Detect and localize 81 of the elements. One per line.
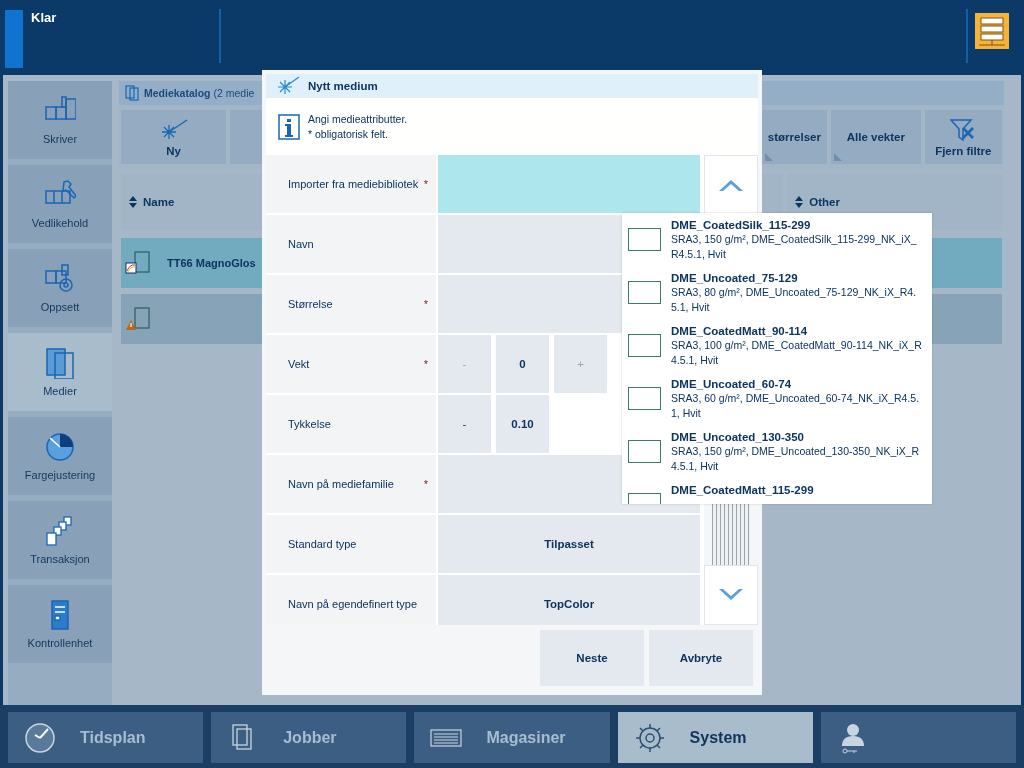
sidebar-item[interactable]: Kontrollenhet: [8, 585, 112, 663]
warning-media-icon: [125, 307, 151, 331]
checkbox[interactable]: [628, 281, 661, 304]
server-icon: [975, 13, 1009, 49]
media-name: TT66 MagnoGlos: [167, 257, 256, 269]
dropdown-item[interactable]: DME_Uncoated_60-74 SRA3, 60 g/m², DME_Uncoated_60-74_NK_iX_R4.5.1, Hvit: [622, 372, 932, 425]
media-title: DME_CoatedMatt_90-114: [671, 324, 809, 338]
chevron-down-icon: [718, 588, 744, 602]
select-field[interactable]: TopColor: [438, 575, 700, 625]
media-icon: [125, 251, 151, 275]
dialog-button[interactable]: Avbryte: [649, 630, 753, 686]
sidebar-item[interactable]: Transaksjon: [8, 501, 112, 579]
field-label: Tykkelse: [288, 418, 332, 430]
field-label: Navn på egendefinert type: [288, 598, 419, 610]
taskbar-button[interactable]: Tidsplan: [8, 712, 204, 763]
sidebar-item[interactable]: Medier: [8, 333, 112, 411]
toolbar-button[interactable]: Fjern filtre: [924, 110, 1002, 164]
checkbox[interactable]: [628, 440, 661, 463]
value-field[interactable]: 0: [496, 335, 549, 393]
field-label: Vekt: [288, 358, 311, 370]
gear-panel-icon: [44, 263, 76, 295]
sparkle-icon: [276, 76, 300, 96]
checkbox[interactable]: [628, 387, 661, 410]
value-field[interactable]: 0.10: [496, 395, 549, 453]
toolbar-button[interactable]: Alle vekter: [831, 110, 921, 164]
media-details: SRA3, 150 g/m², DME_CoatedSilk_115-299_NK_iX_R4.5.1, Hvit: [671, 232, 918, 262]
sidebar-item[interactable]: Skriver: [8, 81, 112, 159]
media-title: DME_Uncoated_130-350: [671, 430, 805, 444]
toolbar-button[interactable]: størrelser: [761, 110, 828, 164]
media-sheets-icon: [44, 347, 76, 379]
settings-icon: [633, 721, 666, 754]
status-text: Klar: [31, 10, 58, 25]
taskbar-button[interactable]: Magasiner: [414, 712, 610, 763]
media-details: SRA3, 60 g/m², DME_Uncoated_60-74_NK_iX_R4.5.1, Hvit: [671, 391, 921, 421]
media-details: SRA3, 80 g/m², DME_Uncoated_75-129_NK_iX_R4.5.1, Hvit: [671, 285, 918, 315]
media-title: DME_CoatedMatt_115-299: [671, 483, 815, 497]
checkbox[interactable]: [628, 228, 661, 251]
stepper-button[interactable]: -: [438, 395, 491, 453]
dropdown-item[interactable]: DME_CoatedMatt_90-114 SRA3, 100 g/m², DME_CoatedMatt_90-114_NK_iX_R4.5.1, Hvit: [622, 319, 932, 372]
media-details: SRA3, 100 g/m², DME_CoatedMatt_90-114_NK_iX_R4.5.1, Hvit: [671, 338, 923, 368]
field-label: Navn på mediefamilie: [288, 478, 395, 490]
filter-clear-icon: [950, 117, 977, 142]
dialog-title: Nytt medium: [308, 80, 378, 92]
sidebar-item[interactable]: Oppsett: [8, 249, 112, 327]
sidebar-item[interactable]: Fargejustering: [8, 417, 112, 495]
chevron-up-icon: [718, 178, 744, 192]
media-title: DME_Uncoated_75-129: [671, 271, 799, 285]
info-icon: [278, 113, 300, 140]
media-details: SRA3, 150 g/m², DME_Uncoated_130-350_NK_iX_R4.5.1, Hvit: [671, 444, 921, 474]
taskbar-button[interactable]: Jobber: [211, 712, 407, 763]
dropdown-corner-icon: [834, 153, 843, 161]
field-label: Standard type: [288, 538, 358, 550]
required-mark: *: [423, 298, 428, 310]
input-field[interactable]: [438, 155, 700, 213]
status-indicator: [5, 10, 23, 68]
taskbar-button[interactable]: System: [617, 712, 813, 763]
sort-icon: [129, 196, 137, 208]
clock-icon: [24, 721, 56, 754]
toolbar-button[interactable]: Ny: [121, 110, 227, 164]
select-field[interactable]: Tilpasset: [438, 515, 700, 573]
required-mark: *: [423, 478, 428, 490]
dropdown-item[interactable]: DME_Uncoated_75-129 SRA3, 80 g/m², DME_Uncoated_75-129_NK_iX_R4.5.1, Hvit: [622, 266, 932, 319]
taskbar-button[interactable]: [820, 712, 1016, 763]
catalog-title: Mediekatalog (2 medie: [144, 87, 255, 99]
dropdown-item[interactable]: DME_Uncoated_130-350 SRA3, 150 g/m², DME_Uncoated_130-350_NK_iX_R4.5.1, Hvit: [622, 425, 932, 478]
required-mark: *: [423, 178, 428, 190]
dropdown-corner-icon: [764, 153, 773, 161]
media-sheets-icon: [125, 85, 139, 101]
sort-icon: [795, 196, 804, 208]
media-title: DME_Uncoated_60-74: [671, 377, 793, 391]
sidebar-item[interactable]: Vedlikehold: [8, 165, 112, 243]
checkbox[interactable]: [628, 334, 661, 357]
info-text: * obligatorisk felt.: [308, 126, 389, 142]
info-text: Angi medieattributter.: [308, 111, 408, 127]
dropdown-item[interactable]: DME_CoatedMatt_115-299: [622, 478, 932, 504]
field-label: Størrelse: [288, 298, 334, 310]
field-label: Importer fra mediebibliotek: [288, 178, 420, 190]
required-mark: *: [423, 358, 428, 370]
color-wheel-icon: [44, 431, 76, 463]
field-label: Navn: [288, 238, 315, 250]
dialog-button[interactable]: Neste: [540, 630, 644, 686]
